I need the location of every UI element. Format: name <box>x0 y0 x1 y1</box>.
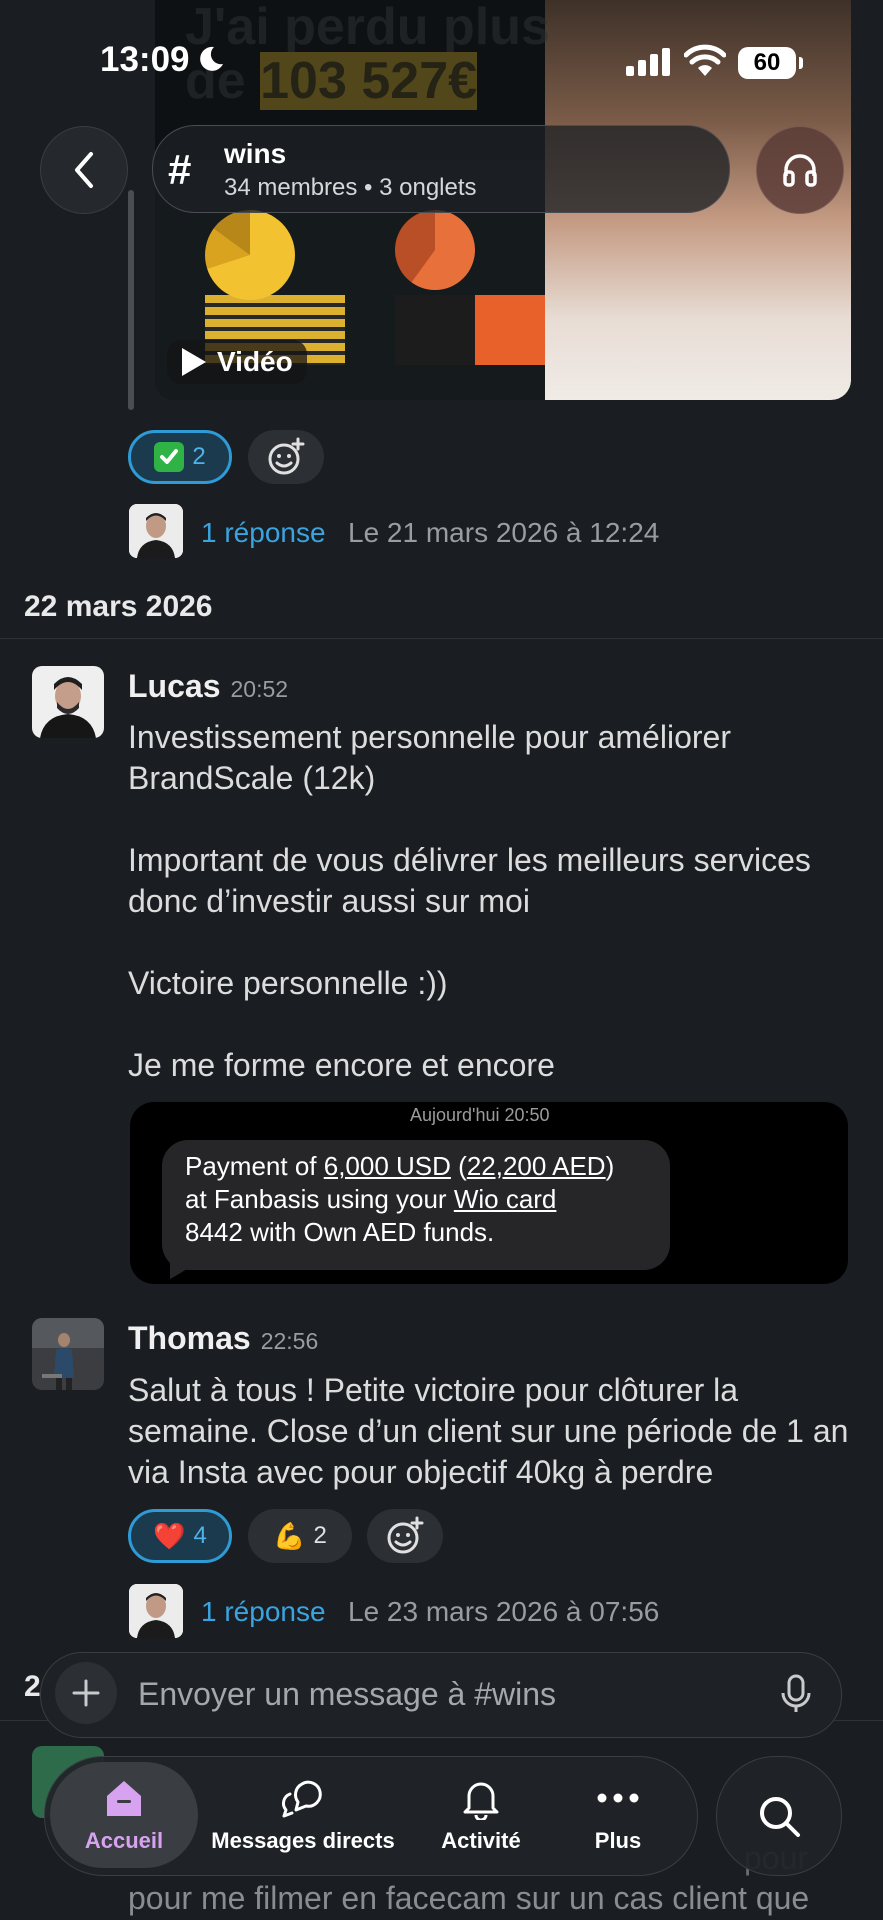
add-emoji-icon <box>387 1516 424 1554</box>
home-icon <box>107 1781 141 1816</box>
avatar[interactable] <box>32 1318 104 1390</box>
video-play-chip[interactable]: Vidéo <box>167 340 307 384</box>
plus-icon <box>72 1679 100 1707</box>
message-author[interactable]: Thomas 22:56 <box>128 1320 318 1357</box>
message-author[interactable]: Lucas 20:52 <box>128 668 288 705</box>
moon-icon <box>200 46 223 71</box>
reaction-count: 4 <box>193 1522 207 1549</box>
message-text: Salut à tous ! Petite victoire pour clôt… <box>128 1372 849 1490</box>
chevron-left-icon <box>75 152 93 188</box>
reaction-muscle[interactable]: 💪 2 <box>248 1509 352 1563</box>
sms-text: Payment of 6,000 USD (22,200 AED) at Fan… <box>185 1151 615 1247</box>
day-separator: 22 mars 2026 <box>24 590 213 623</box>
heart-emoji: ❤️ <box>153 1520 186 1551</box>
channel-subtitle: 34 membres • 3 onglets <box>224 174 477 201</box>
sms-date: Aujourd'hui 20:50 <box>410 1105 550 1125</box>
back-button[interactable] <box>40 126 128 214</box>
video-label: Vidéo <box>217 346 293 377</box>
reply-date: Le 23 mars 2026 à 07:56 <box>348 1596 660 1627</box>
huddle-button[interactable] <box>756 126 844 214</box>
search-icon <box>760 1797 800 1837</box>
bubble-tail <box>170 1255 196 1279</box>
status-time: 13:09 <box>100 40 190 79</box>
video-table <box>395 295 545 365</box>
battery-indicator: 60 <box>738 47 803 79</box>
reaction-heart[interactable]: ❤️ 4 <box>128 1509 232 1563</box>
attach-button[interactable] <box>55 1662 117 1724</box>
check-mark-icon <box>154 442 185 472</box>
nav-item-direct-messages[interactable]: Messages directs <box>210 1774 396 1854</box>
message-time: 22:56 <box>260 1328 319 1354</box>
message-text: Investissement personnelle pour améliore… <box>128 719 811 1083</box>
avatar <box>129 1584 183 1638</box>
messages-icon <box>281 1780 322 1818</box>
reaction-count: 2 <box>192 443 206 470</box>
message-text-partial: pour me filmer en facecam sur un cas cli… <box>128 1880 810 1916</box>
channel-name: wins <box>224 138 287 169</box>
add-reaction-button[interactable] <box>367 1509 443 1563</box>
headphones-icon <box>783 154 817 187</box>
nav-item-more[interactable]: Plus <box>568 1774 668 1854</box>
quote-line <box>128 190 134 410</box>
avatar <box>129 504 183 558</box>
microphone-icon[interactable] <box>778 1674 814 1714</box>
reaction-count: 2 <box>313 1522 327 1549</box>
hash-icon: # <box>168 146 192 193</box>
video-overlay-title: J'ai perdu plus de 103 527€ <box>185 0 550 110</box>
message-input[interactable]: Envoyer un message à #wins <box>138 1676 556 1713</box>
wifi-icon <box>684 44 726 76</box>
reply-count-link[interactable]: 1 réponse <box>201 517 326 549</box>
play-icon <box>182 348 206 376</box>
reply-date: Le 21 mars 2026 à 12:24 <box>348 517 660 548</box>
nav-item-activity[interactable]: Activité <box>420 1774 542 1854</box>
cellular-signal-icon <box>626 48 672 76</box>
add-emoji-icon <box>268 437 305 475</box>
nav-item-home[interactable]: Accueil <box>50 1774 198 1854</box>
add-reaction-button[interactable] <box>248 430 324 484</box>
divider <box>0 638 883 639</box>
message-time: 20:52 <box>230 676 289 702</box>
search-button[interactable] <box>716 1756 842 1876</box>
more-dots-icon <box>597 1793 639 1803</box>
day-separator-partial: 2 <box>24 1670 41 1703</box>
video-pie-chart <box>205 210 295 300</box>
reply-count-link[interactable]: 1 réponse <box>201 1596 326 1628</box>
muscle-emoji: 💪 <box>273 1520 306 1551</box>
bell-icon <box>463 1782 499 1820</box>
avatar[interactable] <box>32 666 104 738</box>
reaction-check[interactable]: 2 <box>128 430 232 484</box>
video-pie-chart <box>395 210 475 290</box>
